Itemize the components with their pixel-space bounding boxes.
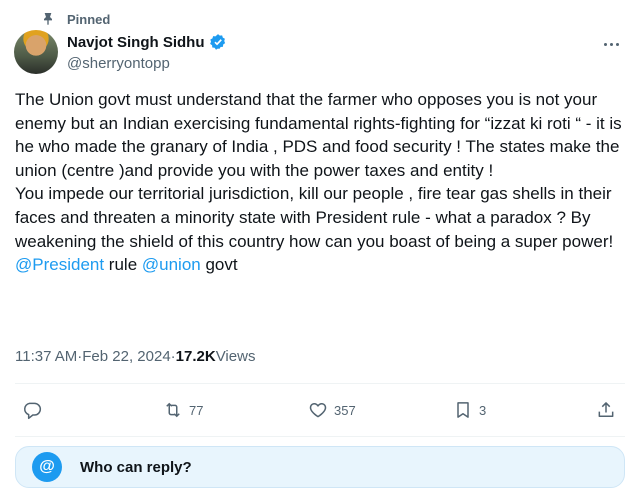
avatar[interactable]	[14, 30, 58, 74]
bookmark-count: 3	[479, 402, 487, 418]
verified-badge-icon	[209, 34, 225, 50]
divider	[15, 436, 625, 437]
tweet-text-tail: govt	[200, 255, 238, 275]
tweet-body: The Union govt must understand that the …	[15, 90, 622, 251]
author-handle[interactable]: @sherryontopp	[67, 55, 170, 72]
tweet-text-mid: rule	[104, 255, 142, 275]
views-count: 17.2K	[175, 348, 216, 365]
like-count: 357	[334, 402, 356, 418]
reply-icon	[24, 402, 42, 420]
share-icon	[598, 402, 614, 417]
retweet-count: 77	[189, 402, 204, 418]
author-name-row[interactable]: Navjot Singh Sidhu	[67, 33, 227, 51]
tweet-meta: 11:37 AM · Feb 22, 2024 · 17.2K Views	[15, 348, 255, 365]
heart-icon	[309, 403, 327, 418]
more-dot-icon	[603, 42, 607, 46]
pinned-indicator: Pinned	[40, 9, 110, 29]
bookmark-icon	[457, 402, 469, 418]
more-dot-icon	[609, 42, 613, 46]
bookmark-button[interactable]: 3	[453, 396, 486, 424]
more-options-button[interactable]	[599, 34, 623, 54]
retweet-button[interactable]: 77	[163, 396, 203, 424]
mention-president[interactable]: @President	[15, 255, 104, 274]
tweet-date[interactable]: Feb 22, 2024	[82, 348, 170, 365]
author-name[interactable]: Navjot Singh Sidhu	[67, 34, 205, 51]
like-button[interactable]: 357	[308, 396, 356, 424]
pinned-label: Pinned	[67, 11, 111, 27]
mention-union[interactable]: @union	[142, 255, 201, 274]
at-sign-icon: @	[32, 452, 62, 482]
divider	[15, 383, 625, 384]
pin-icon	[44, 13, 52, 25]
reply-button[interactable]	[22, 396, 42, 424]
retweet-icon	[166, 402, 180, 418]
views-label: Views	[215, 348, 256, 365]
who-can-reply-title: Who can reply?	[80, 458, 192, 476]
more-dot-icon	[615, 42, 619, 46]
action-bar: 77 357 3	[0, 396, 640, 424]
tweet-time[interactable]: 11:37 AM	[15, 348, 77, 365]
share-button[interactable]	[596, 396, 616, 424]
tweet-text: The Union govt must understand that the …	[15, 88, 627, 277]
who-can-reply-box[interactable]: @ Who can reply?	[15, 446, 625, 488]
